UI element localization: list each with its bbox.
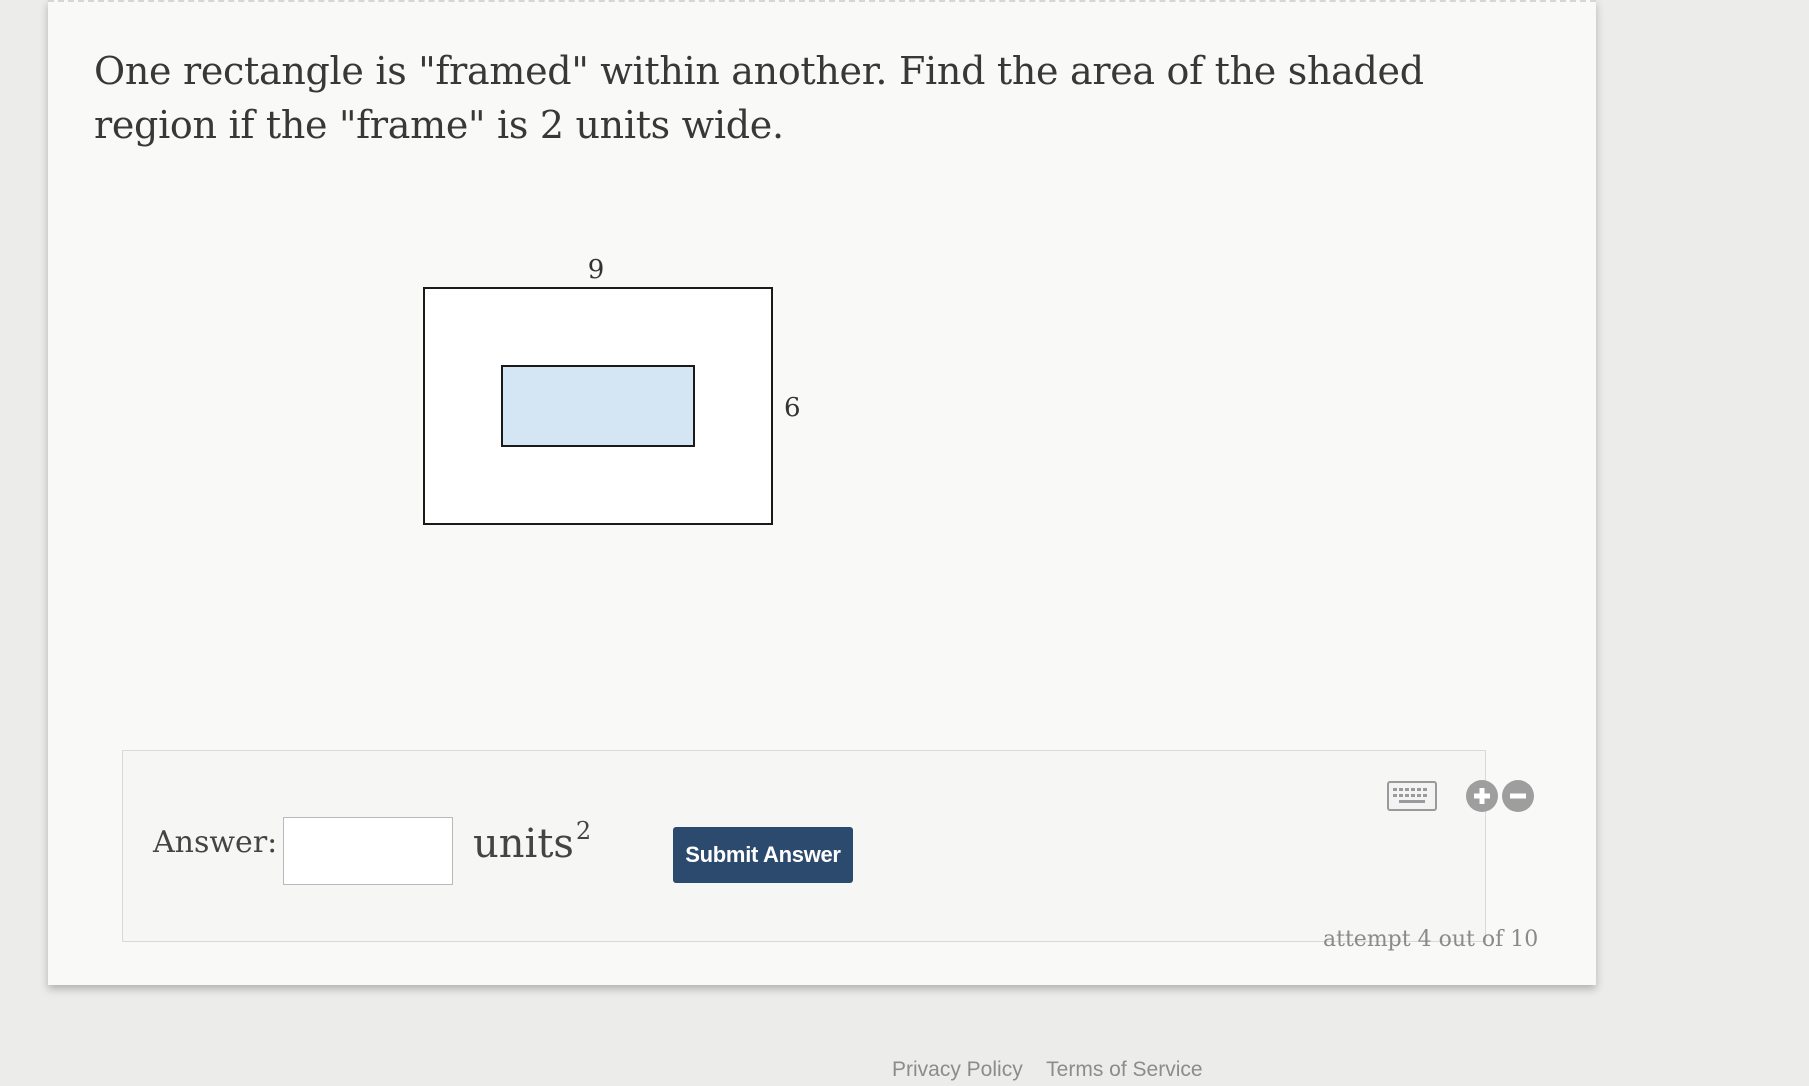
footer-links: Privacy Policy Terms of Service	[892, 1058, 1221, 1082]
units-text: units	[473, 821, 574, 867]
plus-circle-icon[interactable]	[1465, 779, 1499, 813]
minus-circle-icon[interactable]	[1501, 779, 1535, 813]
answer-input[interactable]	[283, 817, 453, 885]
width-label: 9	[588, 255, 605, 285]
keyboard-icon[interactable]	[1387, 781, 1437, 811]
height-label: 6	[784, 393, 801, 423]
figure-svg: 9 6	[423, 255, 801, 525]
attempt-counter: attempt 4 out of 10	[1323, 927, 1539, 952]
answer-panel: Answer: units2 Submit Answer attempt 4 o…	[122, 750, 1538, 952]
question-card: One rectangle is "framed" within another…	[48, 0, 1596, 985]
units-label: units2	[473, 817, 591, 867]
units-exponent: 2	[575, 817, 592, 845]
rectangle-figure: 9 6	[408, 255, 928, 624]
question-text: One rectangle is "framed" within another…	[94, 49, 1424, 147]
privacy-policy-link[interactable]: Privacy Policy	[892, 1058, 1023, 1081]
submit-answer-button[interactable]: Submit Answer	[673, 827, 853, 883]
shaded-inner-rectangle	[501, 365, 695, 447]
answer-label: Answer:	[153, 825, 278, 860]
terms-of-service-link[interactable]: Terms of Service	[1046, 1058, 1202, 1081]
